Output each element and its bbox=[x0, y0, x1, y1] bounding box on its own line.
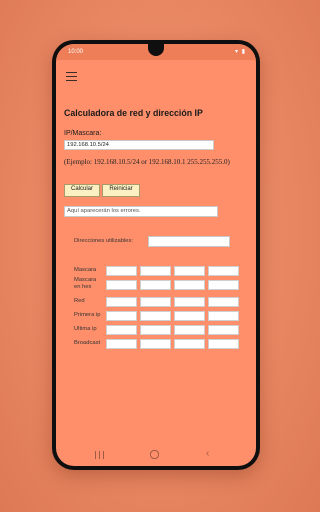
result-cell-octet-3 bbox=[174, 280, 205, 290]
result-row-label: Mascara bbox=[74, 267, 97, 273]
example-hint: (Ejemplo: 192.168.10.5/24 or 192.168.10.… bbox=[64, 158, 230, 166]
result-row-label: Mascara en hex bbox=[74, 277, 97, 290]
result-cell-octet-4 bbox=[208, 325, 239, 335]
result-cell-octet-3 bbox=[174, 339, 205, 349]
result-cell-octet-2 bbox=[140, 325, 171, 335]
recents-icon[interactable] bbox=[95, 451, 105, 459]
calculate-button[interactable]: Calcular bbox=[64, 184, 100, 197]
usable-addresses-label: Direcciones utilizables: bbox=[74, 238, 133, 244]
reset-button[interactable]: Reiniciar bbox=[102, 184, 140, 197]
result-cell-octet-3 bbox=[174, 311, 205, 321]
status-icons: ▾ ▮ bbox=[235, 49, 246, 55]
system-nav-bar: ‹ bbox=[56, 444, 256, 466]
result-row-label: Red bbox=[74, 298, 85, 304]
result-cell-octet-1 bbox=[106, 280, 137, 290]
result-cell-octet-2 bbox=[140, 266, 171, 276]
usable-addresses-field bbox=[148, 236, 230, 247]
result-cell-octet-1 bbox=[106, 297, 137, 307]
errors-field: Aquí aparecerán los errores. bbox=[64, 206, 218, 217]
result-row-label: Ultima ip bbox=[74, 326, 97, 332]
result-row-label: Broadcast bbox=[74, 340, 101, 346]
result-cell-octet-1 bbox=[106, 339, 137, 349]
result-cell-octet-3 bbox=[174, 297, 205, 307]
phone-frame: 10:00 ▾ ▮ Calculadora de red y dirección… bbox=[52, 40, 260, 470]
result-cell-octet-1 bbox=[106, 266, 137, 276]
result-cell-octet-4 bbox=[208, 280, 239, 290]
ip-mask-label: IP/Mascara: bbox=[64, 130, 102, 137]
result-row-label: Primera ip bbox=[74, 312, 101, 318]
result-cell-octet-3 bbox=[174, 325, 205, 335]
result-cell-octet-2 bbox=[140, 339, 171, 349]
back-icon[interactable]: ‹ bbox=[206, 448, 209, 460]
result-cell-octet-4 bbox=[208, 266, 239, 276]
result-cell-octet-2 bbox=[140, 280, 171, 290]
result-cell-octet-4 bbox=[208, 297, 239, 307]
page-title: Calculadora de red y dirección IP bbox=[64, 108, 203, 118]
result-cell-octet-4 bbox=[208, 339, 239, 349]
hamburger-menu-icon[interactable] bbox=[66, 72, 77, 81]
ip-mask-input[interactable]: 192.168.10.5/24 bbox=[64, 140, 214, 150]
status-time: 10:00 bbox=[68, 49, 84, 55]
result-cell-octet-2 bbox=[140, 311, 171, 321]
result-cell-octet-1 bbox=[106, 325, 137, 335]
result-cell-octet-1 bbox=[106, 311, 137, 321]
app-screen: 10:00 ▾ ▮ Calculadora de red y dirección… bbox=[56, 44, 256, 466]
result-cell-octet-4 bbox=[208, 311, 239, 321]
result-cell-octet-2 bbox=[140, 297, 171, 307]
result-cell-octet-3 bbox=[174, 266, 205, 276]
home-icon[interactable] bbox=[150, 450, 159, 459]
